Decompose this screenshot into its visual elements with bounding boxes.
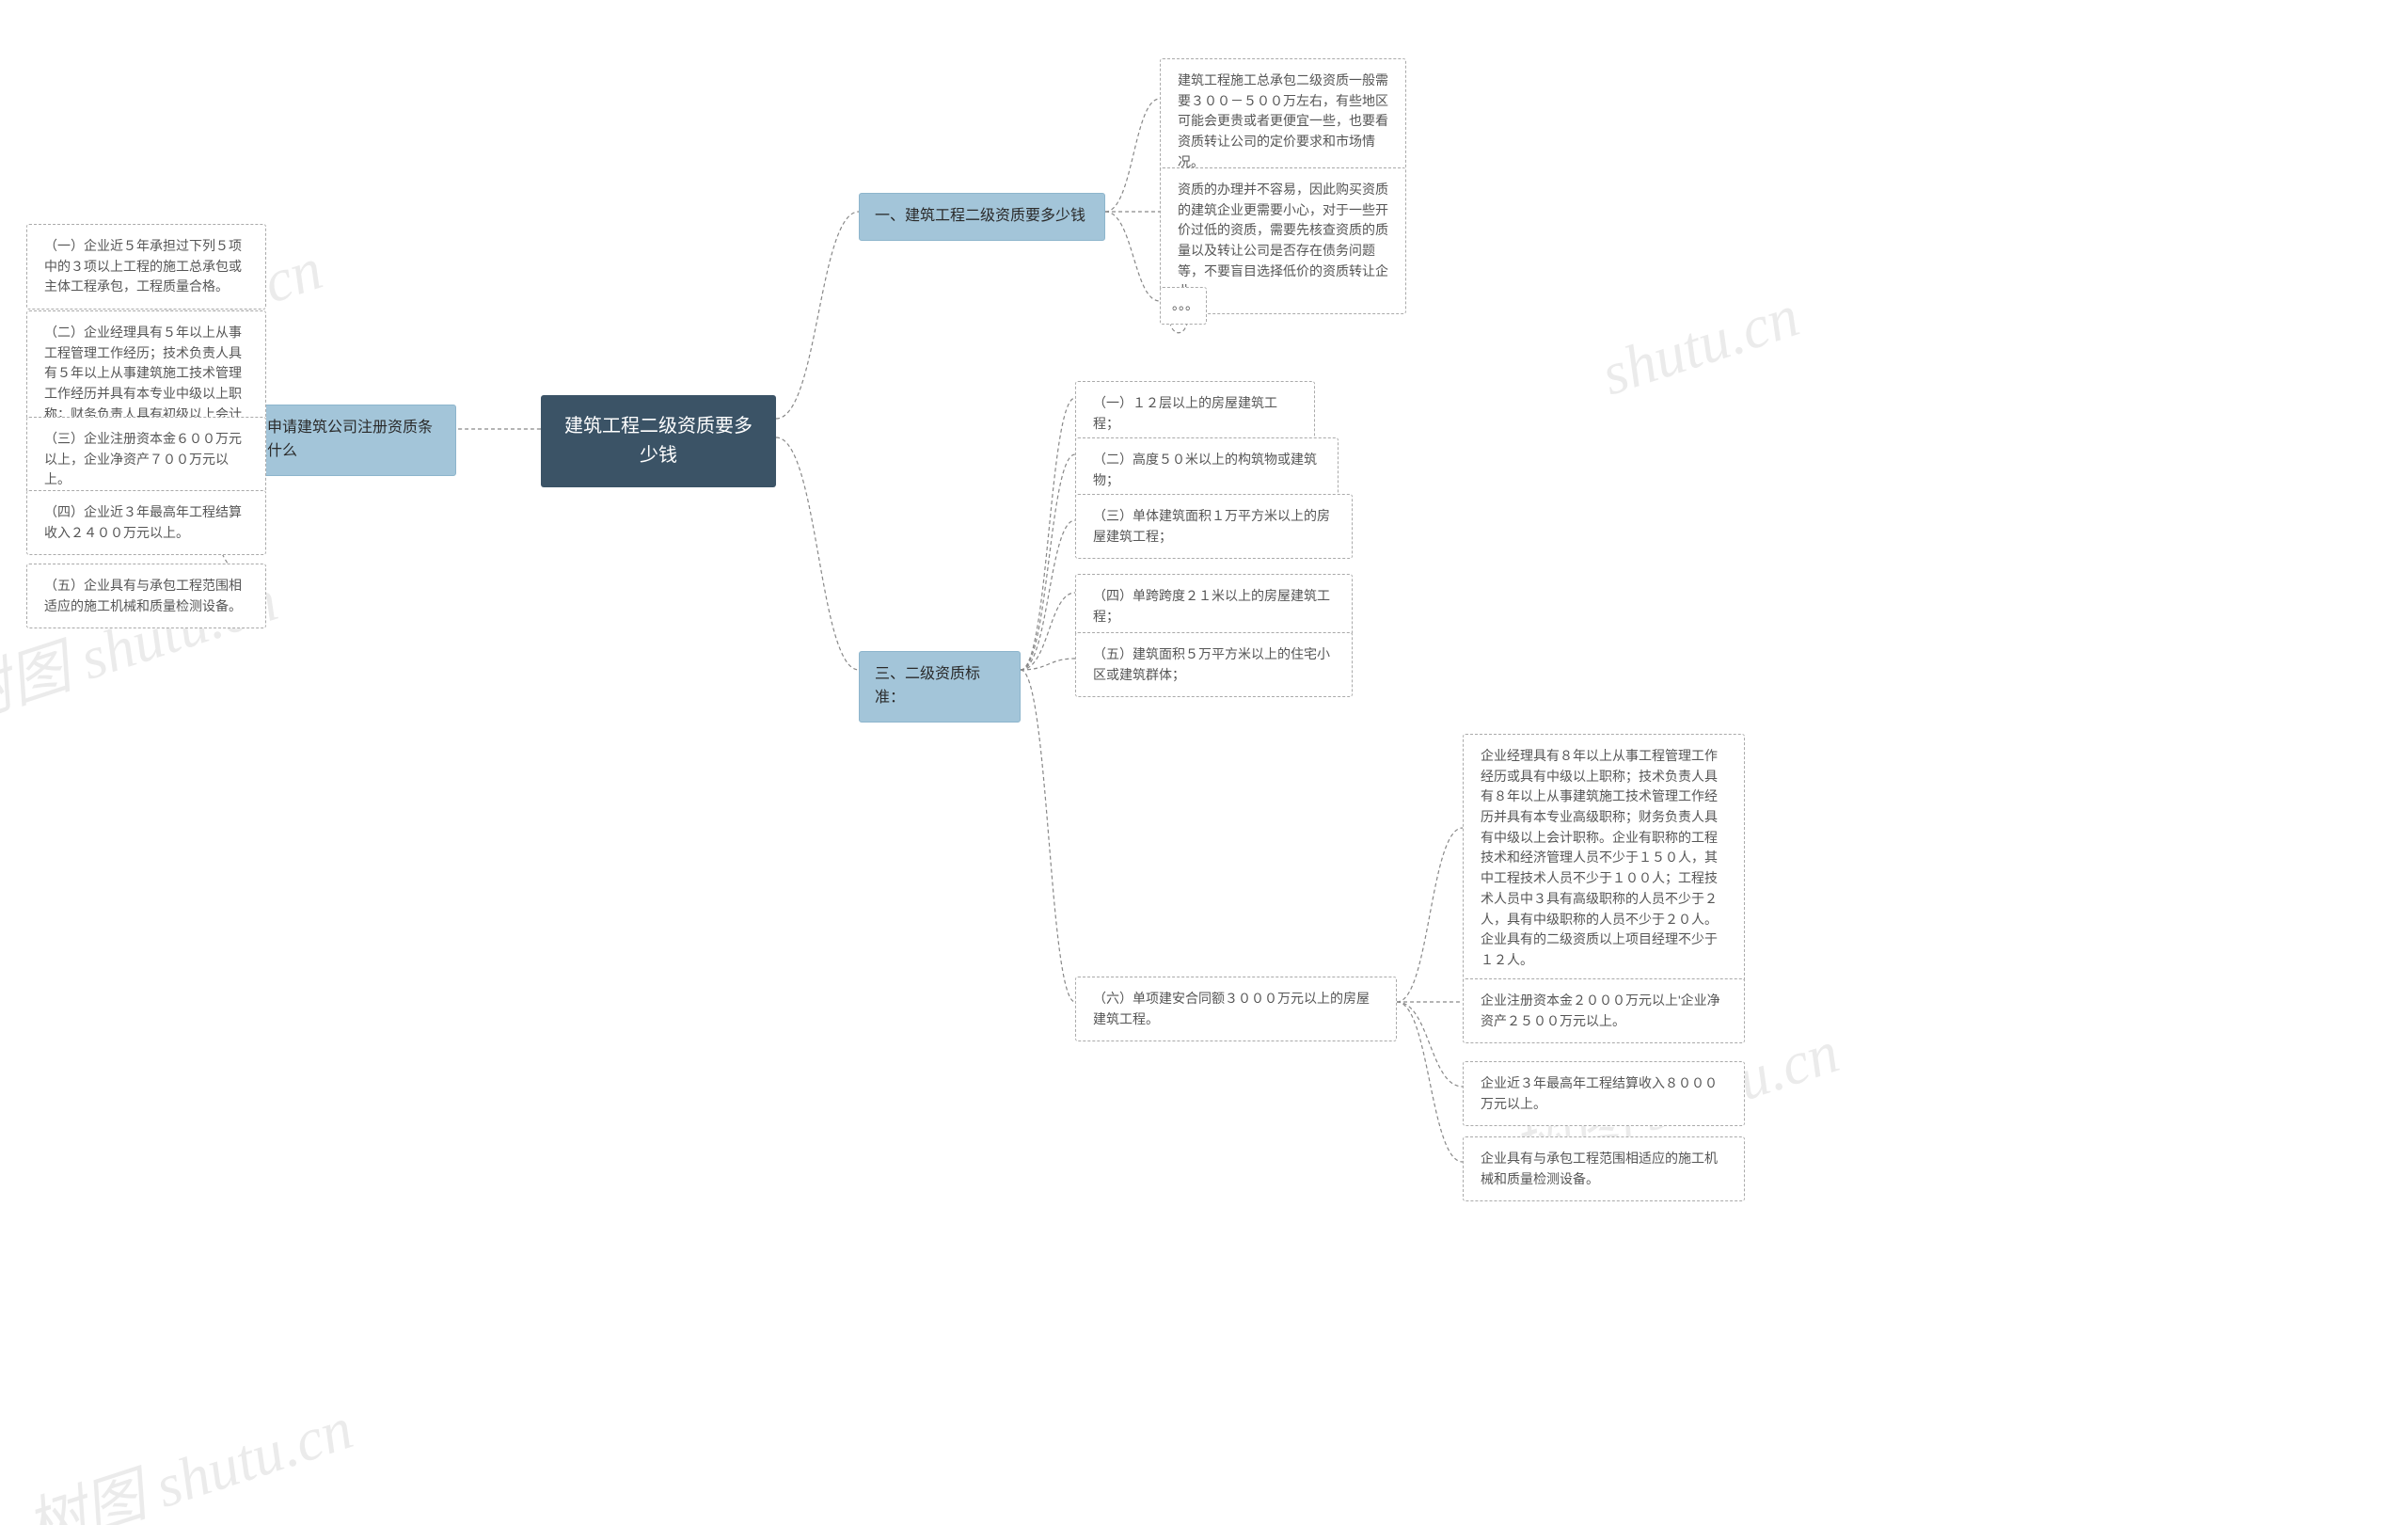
- root-title: 建筑工程二级资质要多少钱: [564, 416, 752, 466]
- leaf-text: 企业近３年最高年工程结算收入８０００万元以上。: [1481, 1075, 1718, 1111]
- leaf-node[interactable]: 企业注册资本金２０００万元以上'企业净资产２５００万元以上。: [1463, 978, 1745, 1043]
- branch-node-1[interactable]: 一、建筑工程二级资质要多少钱: [859, 193, 1105, 241]
- leaf-node[interactable]: 。。。: [1160, 287, 1207, 325]
- leaf-text: 资质的办理并不容易，因此购买资质的建筑企业更需要小心，对于一些开价过低的资质，需…: [1178, 182, 1388, 298]
- leaf-text: （一）１２层以上的房屋建筑工程；: [1093, 395, 1277, 431]
- watermark: shutu.cn: [1593, 281, 1807, 410]
- leaf-text: 建筑工程施工总承包二级资质一般需要３００－５００万左右，有些地区可能会更贵或者更…: [1178, 72, 1388, 169]
- leaf-node[interactable]: 企业具有与承包工程范围相适应的施工机械和质量检测设备。: [1463, 1136, 1745, 1201]
- leaf-text: 企业具有与承包工程范围相适应的施工机械和质量检测设备。: [1481, 1151, 1718, 1186]
- leaf-node[interactable]: （二）高度５０米以上的构筑物或建筑物；: [1075, 437, 1339, 502]
- branch-3-title: 三、二级资质标准：: [875, 666, 980, 706]
- leaf-text: （三）单体建筑面积１万平方米以上的房屋建筑工程；: [1093, 508, 1330, 544]
- leaf-node[interactable]: （六）单项建安合同额３０００万元以上的房屋建筑工程。: [1075, 977, 1397, 1041]
- leaf-node[interactable]: 建筑工程施工总承包二级资质一般需要３００－５００万左右，有些地区可能会更贵或者更…: [1160, 58, 1406, 184]
- leaf-node[interactable]: （五）建筑面积５万平方米以上的住宅小区或建筑群体；: [1075, 632, 1353, 697]
- leaf-node[interactable]: （四）企业近３年最高年工程结算收入２４００万元以上。: [26, 490, 266, 555]
- leaf-node[interactable]: （四）单跨跨度２１米以上的房屋建筑工程；: [1075, 574, 1353, 639]
- branch-1-title: 一、建筑工程二级资质要多少钱: [875, 208, 1085, 224]
- leaf-node[interactable]: （一）企业近５年承担过下列５项中的３项以上工程的施工总承包或主体工程承包，工程质…: [26, 224, 266, 310]
- leaf-node[interactable]: 企业经理具有８年以上从事工程管理工作经历或具有中级以上职称；技术负责人具有８年以…: [1463, 734, 1745, 983]
- leaf-text: （四）单跨跨度２１米以上的房屋建筑工程；: [1093, 588, 1330, 624]
- leaf-text: （五）建筑面积５万平方米以上的住宅小区或建筑群体；: [1093, 646, 1330, 682]
- mindmap-root[interactable]: 建筑工程二级资质要多少钱: [541, 395, 776, 487]
- branch-node-3[interactable]: 三、二级资质标准：: [859, 651, 1021, 723]
- leaf-node[interactable]: （三）单体建筑面积１万平方米以上的房屋建筑工程；: [1075, 494, 1353, 559]
- leaf-text: 企业经理具有８年以上从事工程管理工作经历或具有中级以上职称；技术负责人具有８年以…: [1481, 748, 1718, 967]
- watermark: 树图 shutu.cn: [14, 1380, 362, 1525]
- leaf-text: （三）企业注册资本金６００万元以上，企业净资产７００万元以上。: [44, 431, 242, 486]
- leaf-node[interactable]: （五）企业具有与承包工程范围相适应的施工机械和质量检测设备。: [26, 564, 266, 628]
- leaf-node[interactable]: （一）１２层以上的房屋建筑工程；: [1075, 381, 1315, 446]
- leaf-text: （四）企业近３年最高年工程结算收入２４００万元以上。: [44, 504, 242, 540]
- leaf-text: （一）企业近５年承担过下列５项中的３项以上工程的施工总承包或主体工程承包，工程质…: [44, 238, 242, 294]
- leaf-text: （五）企业具有与承包工程范围相适应的施工机械和质量检测设备。: [44, 578, 242, 613]
- leaf-text: （六）单项建安合同额３０００万元以上的房屋建筑工程。: [1093, 991, 1370, 1026]
- leaf-text: （二）高度５０米以上的构筑物或建筑物；: [1093, 452, 1317, 487]
- leaf-node[interactable]: 企业近３年最高年工程结算收入８０００万元以上。: [1463, 1061, 1745, 1126]
- leaf-text: 。。。: [1172, 297, 1198, 312]
- leaf-text: 企业注册资本金２０００万元以上'企业净资产２５００万元以上。: [1481, 993, 1720, 1028]
- branch-2-title: 二、申请建筑公司注册资质条件是什么: [237, 420, 433, 459]
